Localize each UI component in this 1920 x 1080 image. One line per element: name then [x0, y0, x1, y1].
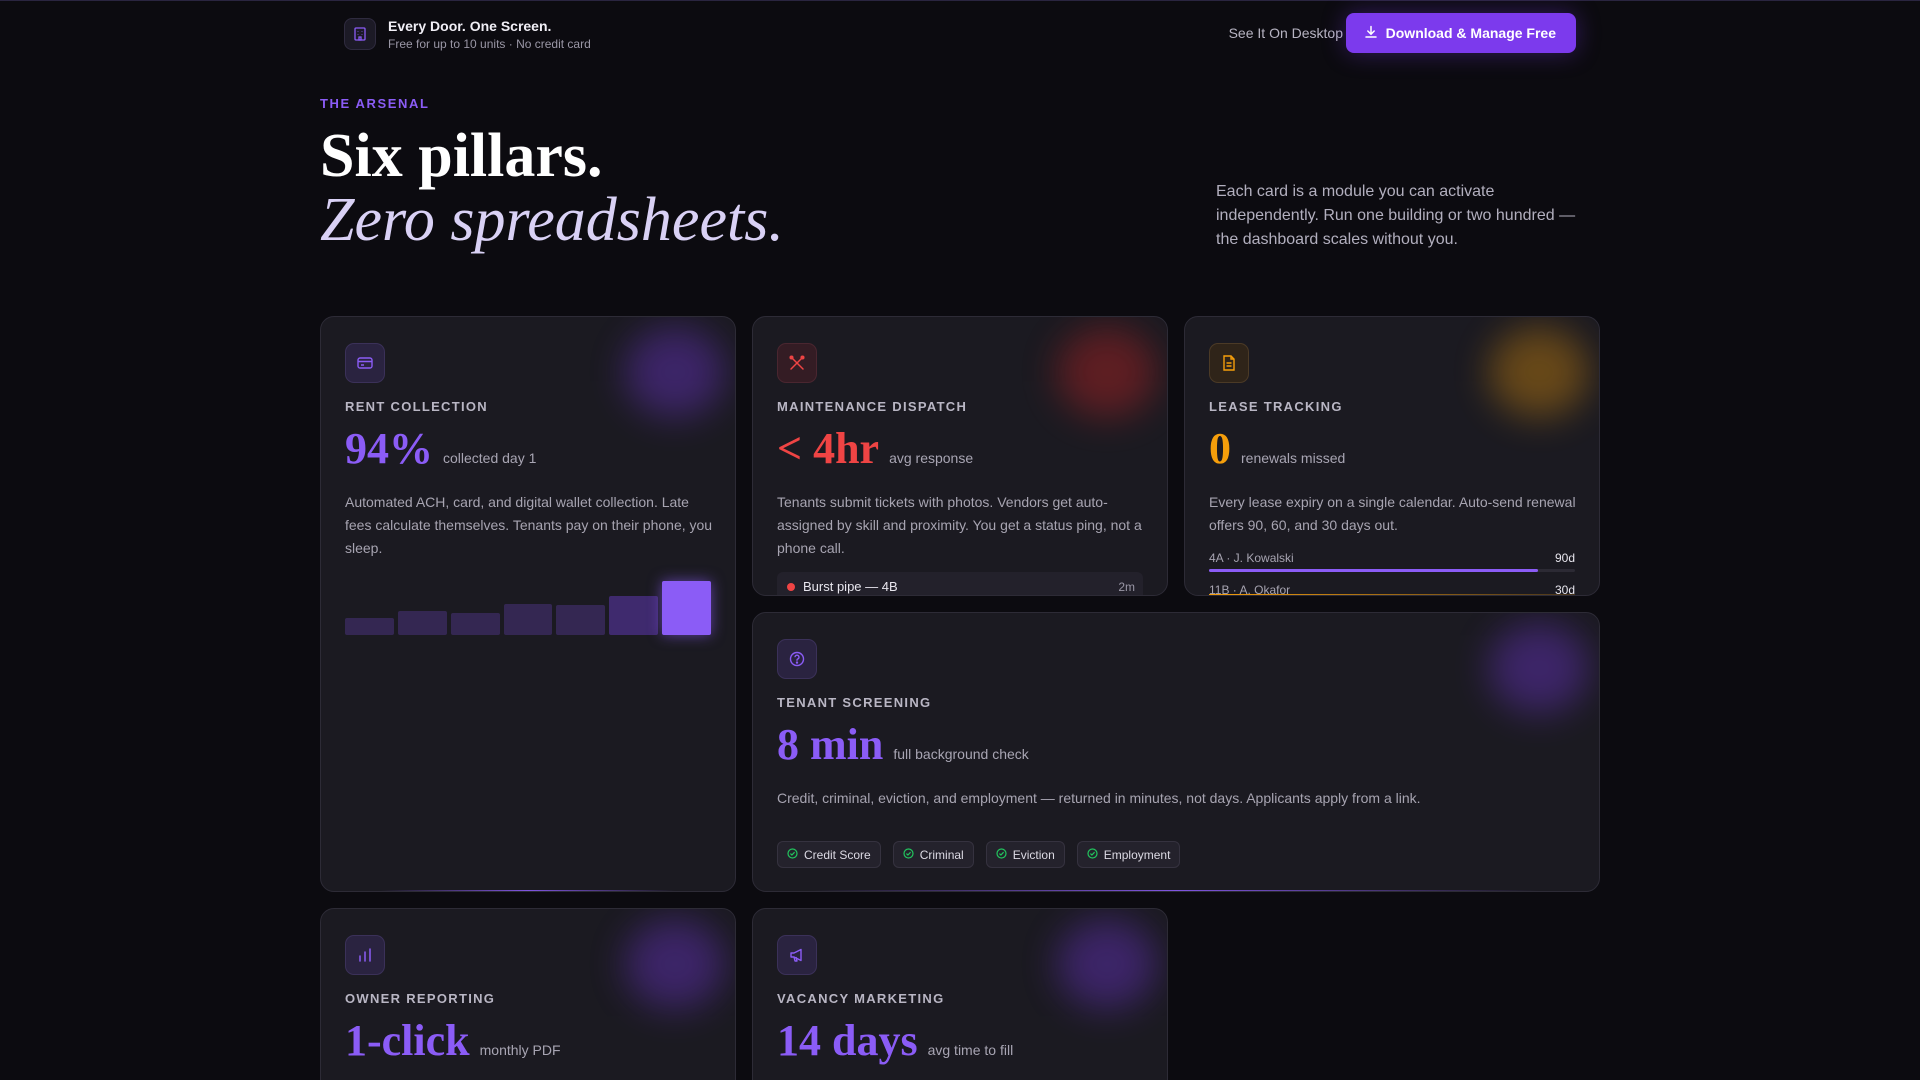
- tenant-screening-card[interactable]: TENANT SCREENING 8 min full background c…: [752, 612, 1600, 892]
- card-description: Tenants submit tickets with photos. Vend…: [777, 494, 1142, 556]
- stat-unit: avg time to fill: [927, 1042, 1014, 1058]
- stat-unit: avg response: [889, 450, 974, 466]
- rent-collection-card[interactable]: RENT COLLECTION 94% collected day 1 Auto…: [320, 316, 736, 892]
- download-button[interactable]: Download & Manage Free: [1345, 13, 1576, 53]
- card-label: MAINTENANCE DISPATCH: [777, 399, 968, 414]
- bar-chart-icon: [345, 935, 385, 975]
- building-icon: [344, 18, 376, 50]
- card-stat: 8 min full background check: [777, 719, 1029, 771]
- check-chip: Credit Score: [777, 841, 881, 868]
- hero-description: Each card is a module you can activate i…: [1216, 183, 1576, 248]
- check-circle-icon: [787, 847, 798, 862]
- stat-value: 1-click: [345, 1016, 470, 1065]
- urgent-dot-icon: [787, 583, 795, 591]
- shield-check-icon: [777, 639, 817, 679]
- megaphone-icon: [777, 935, 817, 975]
- download-button-label: Download & Manage Free: [1385, 25, 1556, 41]
- collection-bar: [397, 610, 447, 635]
- card-stat: 14 days avg time to fill: [777, 1015, 1013, 1067]
- check-label: Credit Score: [804, 847, 871, 862]
- check-label: Criminal: [919, 847, 964, 862]
- collection-bar: [662, 581, 712, 635]
- check-circle-icon: [1087, 847, 1098, 862]
- card-glow: [1057, 327, 1157, 417]
- lease-tenant: 4A · J. Kowalski: [1209, 551, 1294, 565]
- stat-value: 14 days: [777, 1016, 918, 1065]
- check-label: Eviction: [1012, 847, 1055, 862]
- check-circle-icon: [996, 847, 1007, 862]
- card-description: Credit, criminal, eviction, and employme…: [777, 790, 1421, 806]
- brand-subtitle: Free for up to 10 units · No credit card: [388, 37, 591, 51]
- card-glow: [625, 327, 725, 417]
- card-glow: [625, 919, 725, 1009]
- card-stat: 0 renewals missed: [1209, 423, 1345, 475]
- check-chip: Criminal: [892, 841, 974, 868]
- stat-value: < 4hr: [777, 424, 880, 473]
- check-chip: Eviction: [985, 841, 1065, 868]
- vacancy-marketing-card[interactable]: VACANCY MARKETING 14 days avg time to fi…: [752, 908, 1168, 1080]
- stat-unit: full background check: [893, 746, 1029, 762]
- owner-reporting-card[interactable]: OWNER REPORTING 1-click monthly PDF: [320, 908, 736, 1080]
- card-label: TENANT SCREENING: [777, 695, 932, 710]
- card-accent-line: [813, 890, 1539, 891]
- ticket-title: Burst pipe — 4B: [803, 579, 898, 594]
- document-icon: [1209, 343, 1249, 383]
- stat-unit: monthly PDF: [479, 1042, 561, 1058]
- screening-checks: Credit Score Criminal Eviction Employmen…: [777, 841, 1181, 868]
- card-label: LEASE TRACKING: [1209, 399, 1343, 414]
- collection-bar: [609, 595, 659, 635]
- card-label: VACANCY MARKETING: [777, 991, 945, 1006]
- card-label: RENT COLLECTION: [345, 399, 488, 414]
- collection-bar: [345, 617, 394, 635]
- see-it-on-desktop-link[interactable]: See It On Desktop: [1229, 25, 1343, 41]
- hero-title-line1: Six pillars.: [320, 122, 603, 190]
- download-icon: [1364, 25, 1378, 42]
- card-description: Every lease expiry on a single calendar.…: [1209, 494, 1576, 533]
- stat-unit: renewals missed: [1241, 450, 1346, 466]
- top-border: [0, 0, 1920, 1]
- card-stat: < 4hr avg response: [777, 423, 973, 475]
- stat-unit: collected day 1: [443, 450, 537, 466]
- card-stat: 94% collected day 1: [345, 423, 536, 475]
- brand-title: Every Door. One Screen.: [388, 18, 552, 34]
- lease-progress-track: [1209, 569, 1575, 572]
- lease-tracking-card[interactable]: LEASE TRACKING 0 renewals missed Every l…: [1184, 316, 1600, 596]
- card-glow: [1489, 623, 1589, 713]
- card-description: Automated ACH, card, and digital wallet …: [345, 494, 713, 556]
- card-accent-line: [381, 890, 675, 891]
- check-chip: Employment: [1076, 841, 1181, 868]
- stat-value: 8 min: [777, 720, 884, 769]
- lease-row[interactable]: 4A · J. Kowalski 90d: [1209, 551, 1575, 575]
- check-label: Employment: [1103, 847, 1171, 862]
- top-bar: Every Door. One Screen. Free for up to 1…: [344, 13, 1576, 53]
- ticket-time: 2m: [1118, 580, 1135, 594]
- stat-value: 94%: [345, 424, 433, 473]
- card-stat: 1-click monthly PDF: [345, 1015, 561, 1067]
- collection-bar: [450, 613, 500, 635]
- collection-bar: [556, 605, 606, 635]
- lease-progress-fill: [1209, 569, 1539, 572]
- credit-card-icon: [345, 343, 385, 383]
- stat-value: 0: [1209, 424, 1231, 473]
- lease-days-remaining: 90d: [1554, 551, 1575, 565]
- collection-bar-chart: [345, 581, 712, 635]
- card-label: OWNER REPORTING: [345, 991, 496, 1006]
- maintenance-dispatch-card[interactable]: MAINTENANCE DISPATCH < 4hr avg response …: [752, 316, 1168, 596]
- tools-icon: [777, 343, 817, 383]
- section-eyebrow: THE ARSENAL: [320, 96, 430, 111]
- card-glow: [1057, 919, 1157, 1009]
- collection-bar: [503, 603, 553, 635]
- check-circle-icon: [903, 847, 914, 862]
- card-glow: [1489, 327, 1589, 417]
- hero-title-line2: Zero spreadsheets.: [320, 186, 784, 254]
- lease-progress-fill-partial: [1209, 594, 1575, 595]
- ticket-item[interactable]: Burst pipe — 4B 2m: [777, 572, 1143, 595]
